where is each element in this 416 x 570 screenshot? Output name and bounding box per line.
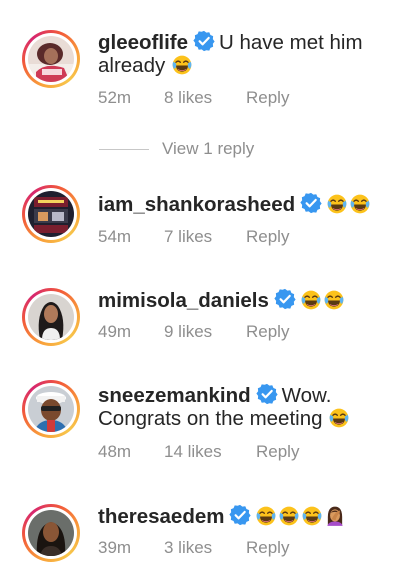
avatar-photo xyxy=(28,386,74,432)
avatar-photo xyxy=(28,510,74,556)
likes-count[interactable]: 9 likes xyxy=(164,322,212,342)
comment-time: 48m xyxy=(98,442,132,461)
view-replies-label: View 1 reply xyxy=(162,139,255,158)
tears-of-joy-emoji xyxy=(326,193,348,215)
comment-time: 54m xyxy=(98,227,132,246)
comment-time: 49m xyxy=(98,322,132,341)
avatar[interactable] xyxy=(22,30,80,88)
tears-of-joy-emoji xyxy=(328,407,350,429)
verified-badge-icon xyxy=(229,504,251,526)
avatar[interactable] xyxy=(22,185,80,243)
tears-of-joy-emoji xyxy=(300,289,322,311)
tears-of-joy-emoji xyxy=(171,54,193,76)
verified-badge-icon xyxy=(300,192,322,214)
likes-count[interactable]: 7 likes xyxy=(164,227,212,247)
avatar[interactable] xyxy=(22,380,80,438)
username[interactable]: iam_shankorasheed xyxy=(98,193,295,216)
reply-button[interactable]: Reply xyxy=(246,88,289,108)
username[interactable]: sneezemankind xyxy=(98,384,251,407)
comment-text: U have met him xyxy=(219,31,363,54)
avatar-photo xyxy=(28,294,74,340)
woman-facepalming-emoji xyxy=(324,505,346,527)
username[interactable]: gleeoflife xyxy=(98,31,188,54)
likes-count[interactable]: 3 likes xyxy=(164,538,212,558)
reply-button[interactable]: Reply xyxy=(256,442,299,462)
likes-count[interactable]: 14 likes xyxy=(164,442,222,462)
likes-count[interactable]: 8 likes xyxy=(164,88,212,108)
comment-text: Congrats on the meeting xyxy=(98,407,323,430)
reply-button[interactable]: Reply xyxy=(246,227,289,247)
comment-time: 52m xyxy=(98,88,132,107)
tears-of-joy-emoji xyxy=(255,505,277,527)
comment-time: 39m xyxy=(98,538,132,557)
view-replies-button[interactable]: View 1 reply xyxy=(99,139,399,161)
tears-of-joy-emoji xyxy=(278,505,300,527)
reply-button[interactable]: Reply xyxy=(246,538,289,558)
avatar[interactable] xyxy=(22,504,80,562)
verified-badge-icon xyxy=(274,288,296,310)
comment-text: Wow. xyxy=(281,384,332,407)
reply-button[interactable]: Reply xyxy=(246,322,289,342)
avatar[interactable] xyxy=(22,288,80,346)
tears-of-joy-emoji xyxy=(323,289,345,311)
comment-text: already xyxy=(98,54,166,77)
tears-of-joy-emoji xyxy=(301,505,323,527)
verified-badge-icon xyxy=(193,30,215,52)
tears-of-joy-emoji xyxy=(349,193,371,215)
avatar-photo xyxy=(28,191,74,237)
avatar-photo xyxy=(28,36,74,82)
username[interactable]: theresaedem xyxy=(98,505,224,528)
username[interactable]: mimisola_daniels xyxy=(98,289,269,312)
divider-line xyxy=(99,149,149,150)
verified-badge-icon xyxy=(256,383,278,405)
